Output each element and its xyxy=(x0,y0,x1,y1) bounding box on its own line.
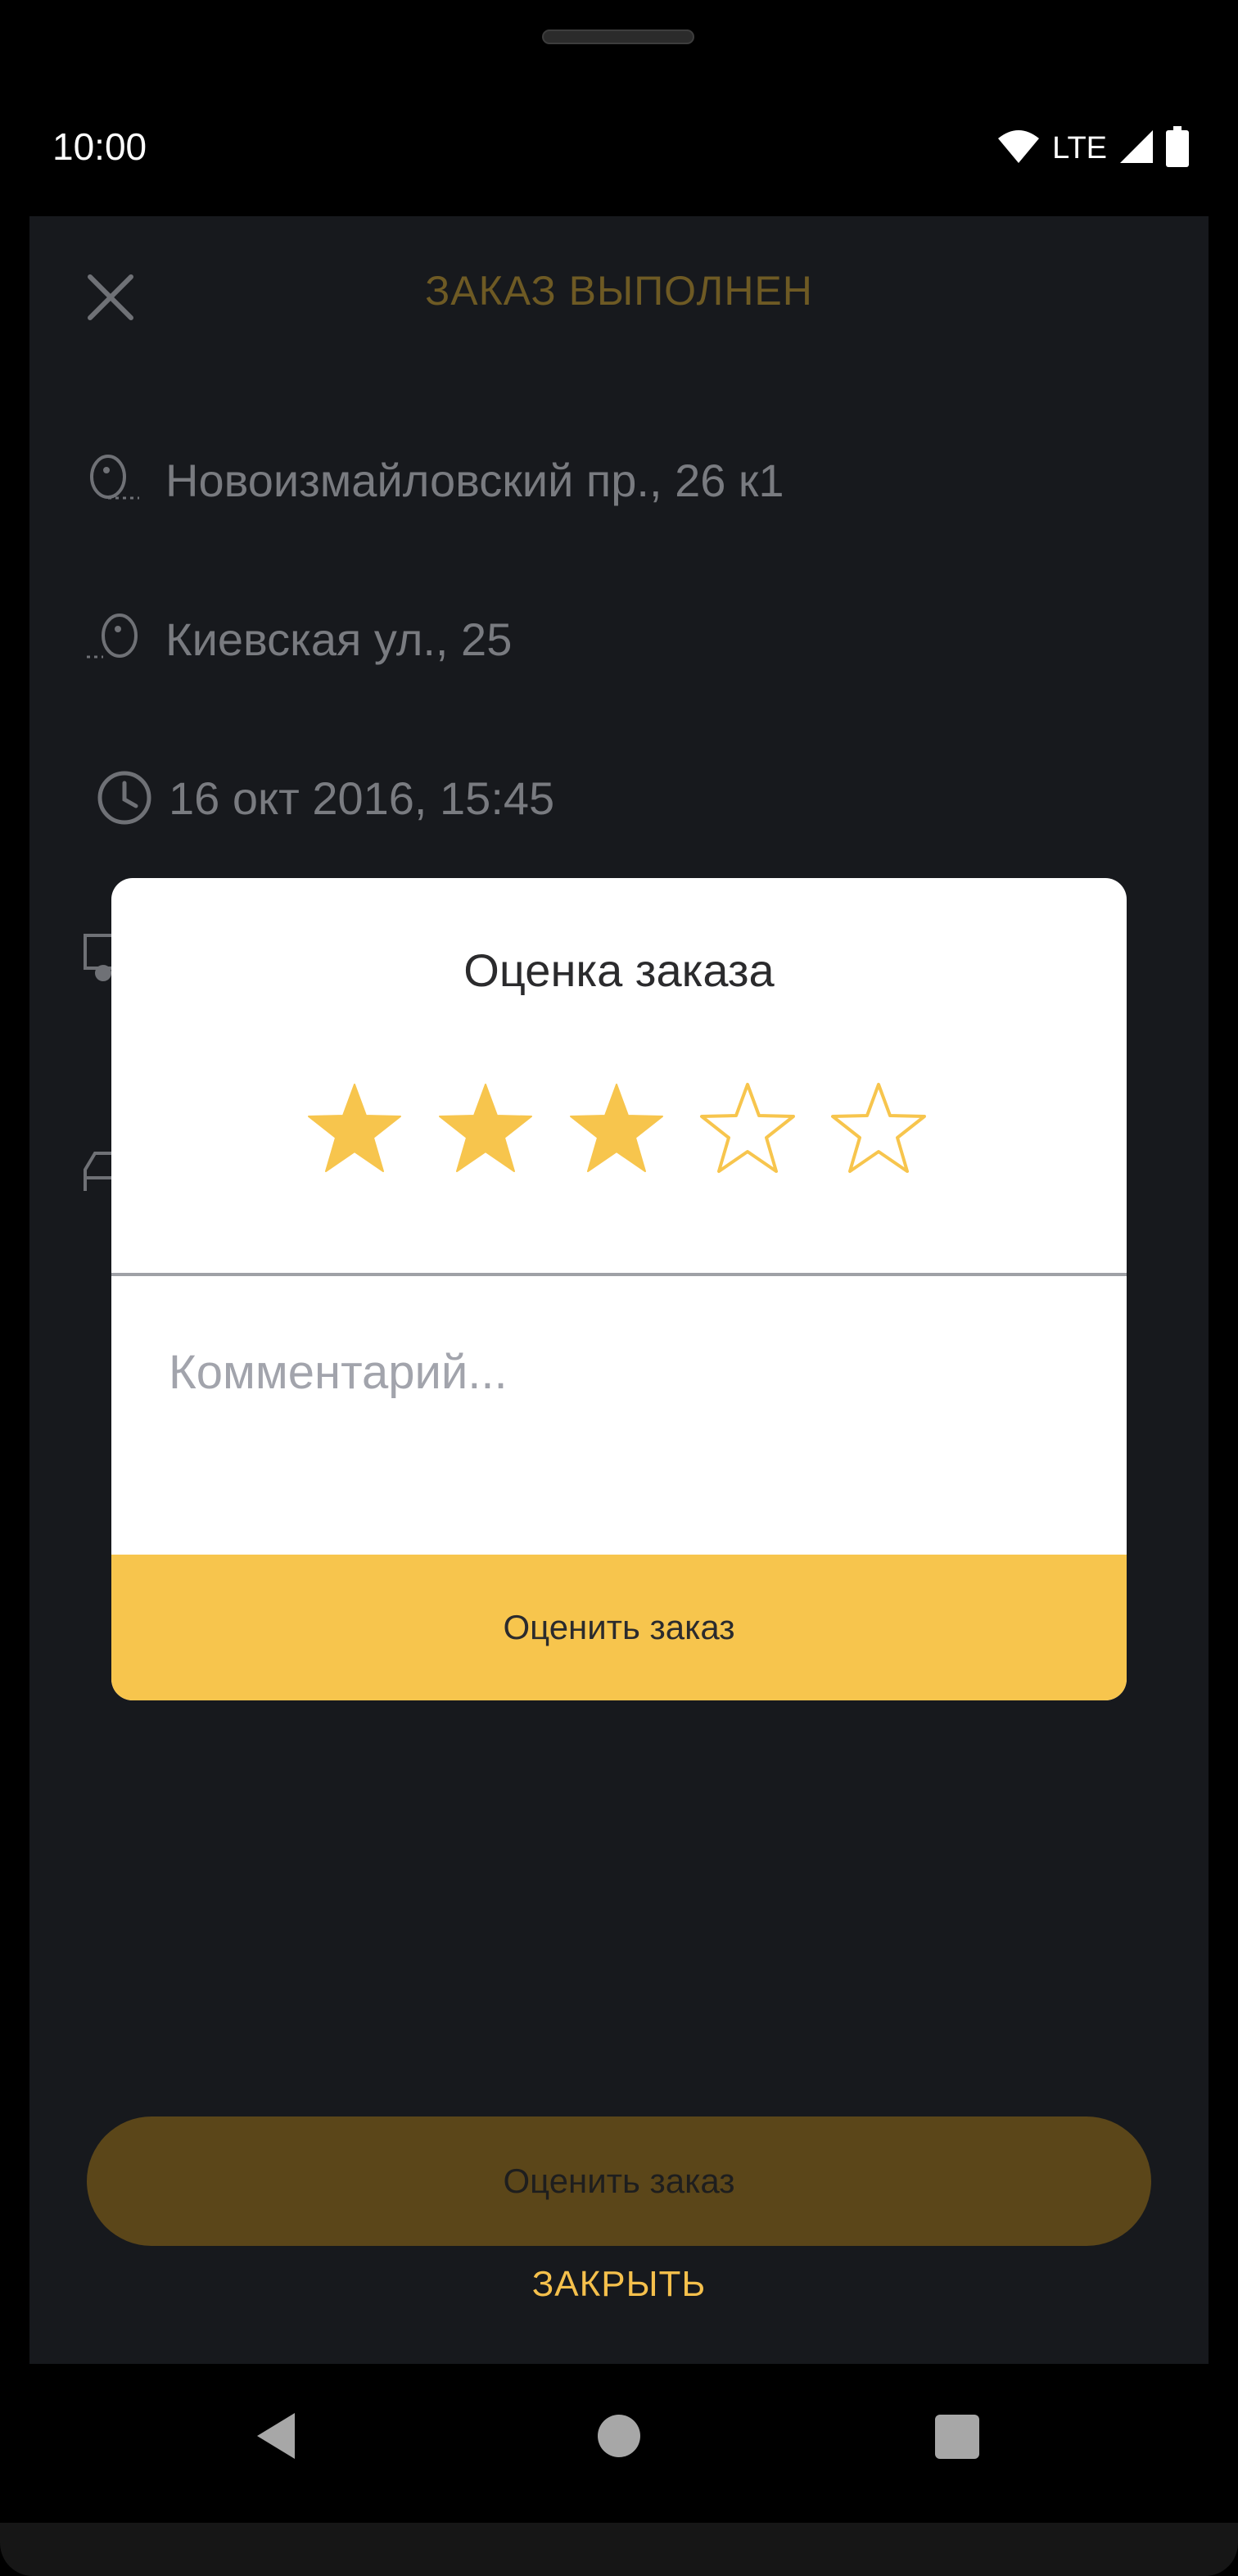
star-empty-icon[interactable] xyxy=(829,1081,929,1175)
rate-order-button[interactable]: Оценить заказ xyxy=(87,2116,1151,2246)
dialog-title: Оценка заказа xyxy=(463,944,775,996)
datetime-row: 16 окт 2016, 15:45 xyxy=(92,765,554,831)
to-address-row: Киевская ул., 25 xyxy=(82,606,512,672)
payment-icon xyxy=(82,929,116,998)
star-filled-icon[interactable] xyxy=(567,1081,666,1175)
wifi-icon xyxy=(996,129,1041,169)
back-icon[interactable] xyxy=(254,2410,300,2466)
star-filled-icon[interactable] xyxy=(436,1081,535,1175)
navigation-bar xyxy=(0,2364,1238,2511)
pin-to-icon xyxy=(82,606,147,672)
car-icon xyxy=(82,1142,115,1203)
recent-apps-icon[interactable] xyxy=(935,2415,979,2459)
star-filled-icon[interactable] xyxy=(305,1081,404,1175)
to-address: Киевская ул., 25 xyxy=(165,613,513,665)
speaker-grille xyxy=(542,29,694,44)
home-icon[interactable] xyxy=(598,2415,640,2457)
phone-frame: 10:00 LTE ЗАКАЗ ВЫПОЛНЕН Новоизмайловски… xyxy=(0,0,1238,2576)
order-datetime: 16 окт 2016, 15:45 xyxy=(169,772,555,824)
battery-icon xyxy=(1166,126,1189,171)
status-icons: LTE xyxy=(996,126,1189,171)
submit-rating-button[interactable]: Оценить заказ xyxy=(111,1555,1127,1700)
status-bar: 10:00 LTE xyxy=(0,106,1238,188)
page-title: ЗАКАЗ ВЫПОЛНЕН xyxy=(425,268,813,314)
star-empty-icon[interactable] xyxy=(698,1081,797,1175)
status-time: 10:00 xyxy=(52,125,147,168)
network-type: LTE xyxy=(1052,131,1107,165)
star-rating[interactable] xyxy=(305,1081,929,1175)
clock-icon xyxy=(92,765,157,831)
dialog-divider xyxy=(111,1273,1127,1276)
close-link[interactable]: ЗАКРЫТЬ xyxy=(29,2264,1209,2305)
pin-from-icon xyxy=(82,447,147,513)
from-address: Новоизмайловский пр., 26 к1 xyxy=(165,454,784,506)
rating-dialog: Оценка заказа Комментарий... Оценить зак… xyxy=(111,878,1127,1700)
signal-icon xyxy=(1118,129,1154,169)
from-address-row: Новоизмайловский пр., 26 к1 xyxy=(82,447,784,513)
phone-chin xyxy=(0,2523,1238,2576)
comment-input[interactable]: Комментарий... xyxy=(169,1345,508,1400)
